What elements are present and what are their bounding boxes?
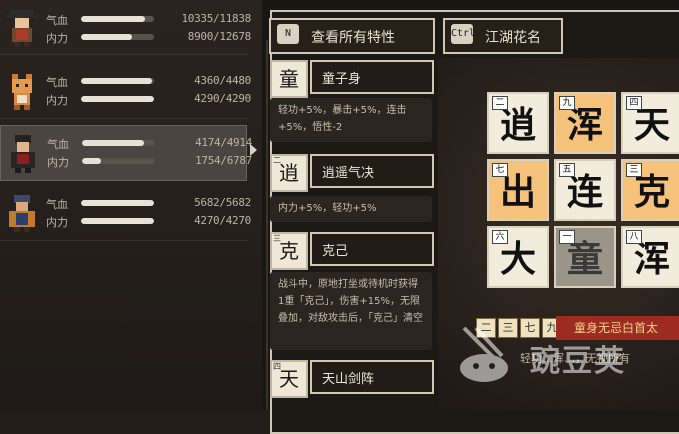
mp-stat: 内力 4270/4270 — [46, 214, 251, 229]
trait-icon-1[interactable]: 童 — [270, 60, 308, 98]
jianghu-nickname-label: 江湖花名 — [485, 30, 541, 46]
hp-label: 气血 — [47, 138, 69, 151]
trait-name-3[interactable]: 克己 — [310, 232, 434, 266]
combo-tile[interactable]: 二逍 — [487, 92, 549, 154]
hp-value: 5682/5682 — [194, 196, 251, 209]
mp-stat: 内力 4290/4290 — [46, 92, 251, 107]
tile-character: 童 — [566, 238, 603, 280]
combo-tile[interactable]: 九浑 — [554, 92, 616, 154]
mp-label: 内力 — [47, 156, 69, 169]
mp-bar — [81, 218, 154, 224]
hp-bar-fill — [81, 200, 154, 206]
mp-value: 4270/4270 — [194, 214, 251, 227]
hp-value: 4360/4480 — [194, 74, 251, 87]
mp-label: 内力 — [46, 216, 68, 229]
trait-name-4[interactable]: 天山剑阵 — [310, 360, 434, 394]
mp-label: 内力 — [46, 32, 68, 45]
mp-value: 4290/4290 — [194, 92, 251, 105]
tile-character: 大 — [499, 238, 536, 280]
tile-number: 八 — [626, 230, 642, 244]
hp-label: 气血 — [46, 14, 68, 27]
hp-value: 10335/11838 — [181, 12, 251, 25]
tile-character: 出 — [499, 171, 536, 213]
view-all-traits-label: 查看所有特性 — [311, 30, 395, 46]
tile-character: 天 — [633, 104, 670, 146]
character-row-1[interactable]: 气血 10335/11838 内力 8900/12678 — [0, 0, 252, 55]
character-avatar-2 — [12, 74, 32, 110]
combo-tile[interactable]: 八浑 — [621, 226, 679, 288]
mp-stat: 内力 8900/12678 — [46, 30, 252, 45]
combo-chip: 七 — [520, 318, 540, 338]
mp-bar-fill — [81, 218, 154, 224]
view-all-traits-button[interactable]: N 查看所有特性 — [269, 18, 435, 54]
hp-bar-fill — [81, 78, 153, 84]
mp-value: 8900/12678 — [187, 30, 252, 43]
watermark-text: 豌豆荚 — [530, 344, 626, 379]
hp-bar — [81, 78, 154, 84]
tile-number: 四 — [626, 96, 642, 110]
tile-number: 一 — [559, 230, 575, 244]
character-row-3[interactable]: 气血 4174/4914 内力 1754/6787 — [0, 125, 252, 181]
hp-label: 气血 — [46, 76, 68, 89]
selected-arrow-icon — [250, 144, 257, 156]
tile-number: 三 — [626, 163, 642, 177]
mp-bar — [81, 34, 154, 40]
trait-desc-1: 轻功+5%，暴击+5%，连击+5%，悟性-2 — [270, 98, 432, 142]
hp-stat: 气血 10335/11838 — [46, 12, 251, 27]
mp-bar — [81, 96, 154, 102]
hp-stat: 气血 5682/5682 — [46, 196, 251, 211]
hp-bar-fill — [81, 16, 145, 22]
hp-bar-fill — [82, 140, 144, 146]
trait-name-2[interactable]: 逍遥气决 — [310, 154, 434, 188]
tile-character: 浑 — [566, 104, 603, 146]
watermark-logo-icon — [460, 326, 508, 382]
list-divider — [266, 40, 268, 410]
combo-tile[interactable]: 四天 — [621, 92, 679, 154]
tile-character: 浑 — [633, 238, 670, 280]
hp-stat: 气血 4360/4480 — [46, 74, 251, 89]
hp-bar — [82, 140, 155, 146]
combo-tile[interactable]: 七出 — [487, 159, 549, 221]
combo-tile[interactable]: 五连 — [554, 159, 616, 221]
trait-icon-3[interactable]: 三克 — [270, 232, 308, 270]
tile-character: 克 — [633, 171, 670, 213]
combo-tile[interactable]: 三克 — [621, 159, 679, 221]
mp-bar — [82, 158, 155, 164]
character-row-2[interactable]: 气血 4360/4480 内力 4290/4290 — [0, 64, 251, 119]
tile-number: 九 — [559, 96, 575, 110]
hp-stat: 气血 4174/4914 — [47, 136, 252, 151]
combo-tile[interactable]: 六大 — [487, 226, 549, 288]
combo-tile[interactable]: 一童 — [554, 226, 616, 288]
trait-desc-2: 内力+5%，轻功+5% — [270, 196, 432, 222]
tile-number: 二 — [492, 96, 508, 110]
character-avatar-1 — [6, 10, 38, 47]
mp-value: 1754/6787 — [195, 154, 252, 167]
character-avatar-4 — [9, 195, 35, 232]
trait-name-1[interactable]: 童子身 — [310, 60, 434, 94]
mp-stat: 内力 1754/6787 — [47, 154, 252, 169]
character-avatar-3 — [11, 135, 35, 173]
tile-number: 五 — [559, 163, 575, 177]
key-hint-n: N — [277, 24, 299, 44]
key-hint-ctrl: Ctrl — [451, 24, 475, 44]
hp-bar — [81, 16, 154, 22]
tile-character: 连 — [566, 171, 603, 213]
trait-icon-2[interactable]: 二逍 — [270, 154, 308, 192]
tile-number: 六 — [492, 230, 508, 244]
hp-label: 气血 — [46, 198, 68, 211]
hp-bar — [81, 200, 154, 206]
mp-bar-fill — [81, 34, 133, 40]
hp-value: 4174/4914 — [195, 136, 252, 149]
trait-desc-3: 战斗中，原地打坐或待机时获得1重「克己」，伤害+15%，无限叠加，对敌攻击后，「… — [270, 272, 432, 350]
mp-bar-fill — [82, 158, 101, 164]
jianghu-nickname-button[interactable]: Ctrl 江湖花名 — [443, 18, 563, 54]
character-row-4[interactable]: 气血 5682/5682 内力 4270/4270 — [0, 186, 251, 241]
tile-character: 逍 — [499, 104, 536, 146]
mp-label: 内力 — [46, 94, 68, 107]
trait-icon-4[interactable]: 四天 — [270, 360, 308, 398]
party-list: 气血 10335/11838 内力 8900/12678 气血 4360/448… — [0, 0, 262, 410]
mp-bar-fill — [81, 96, 154, 102]
tile-number: 七 — [492, 163, 508, 177]
